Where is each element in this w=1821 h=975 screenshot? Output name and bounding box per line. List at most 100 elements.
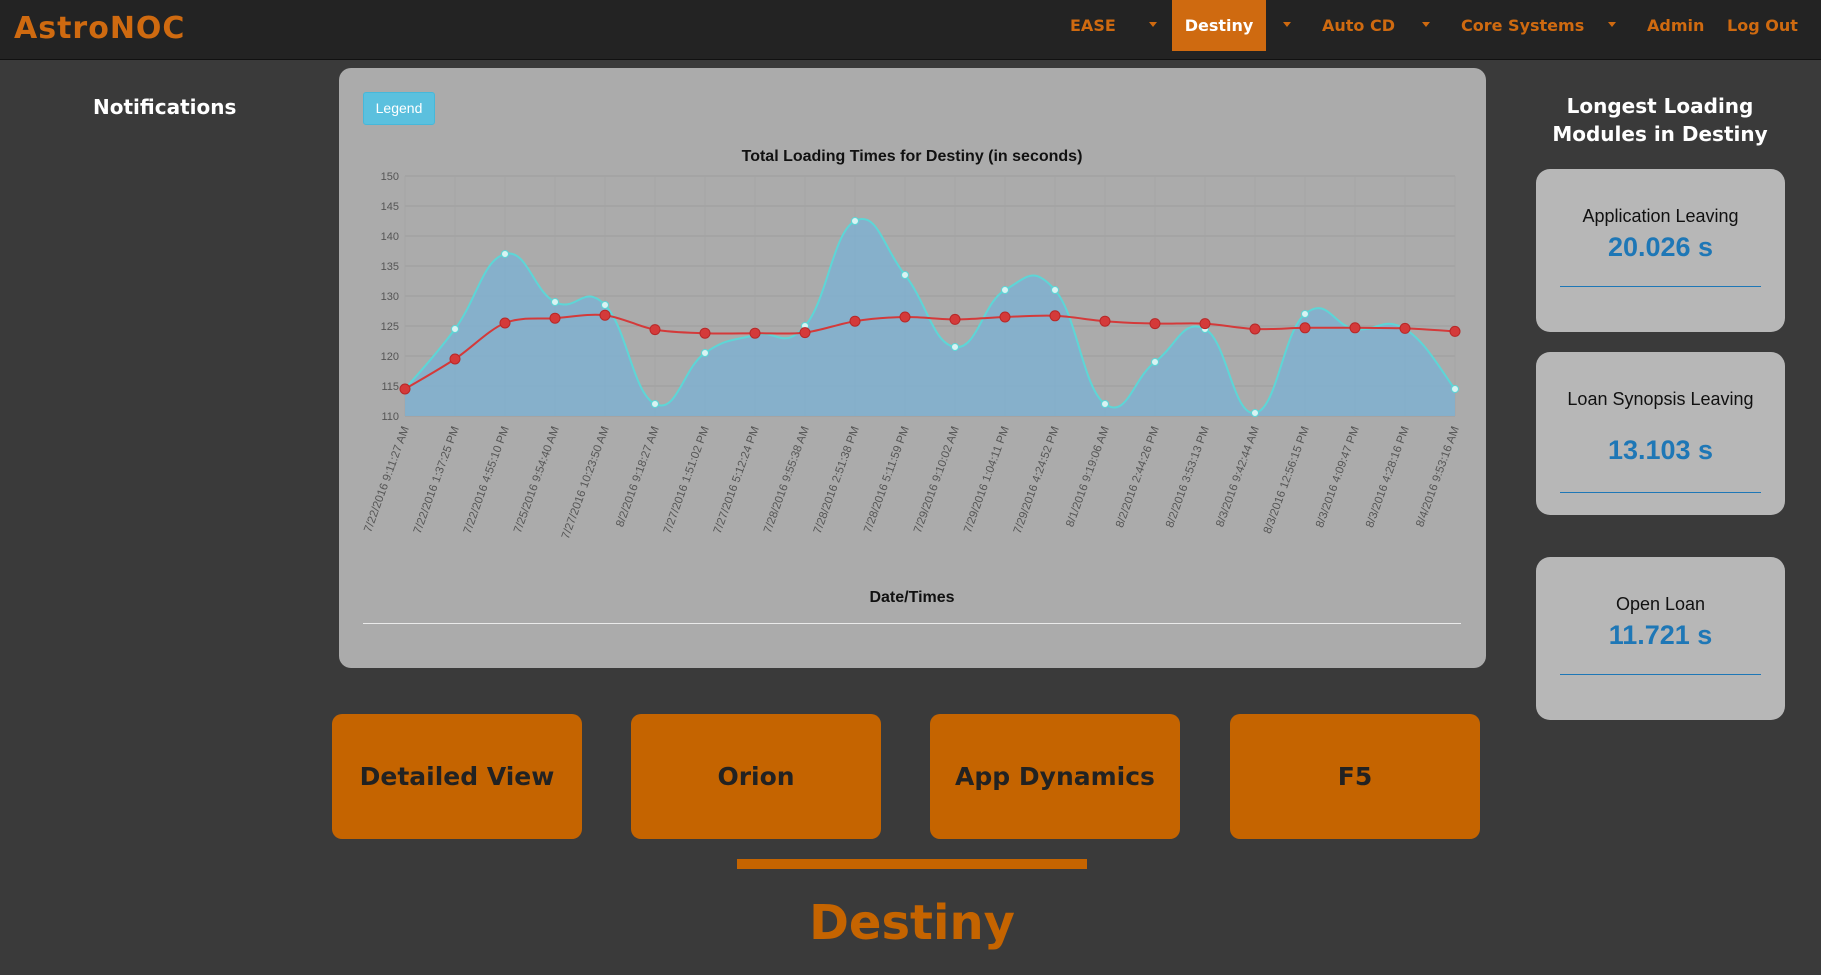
x-tick-label: 8/3/2016 12:56:15 PM bbox=[1262, 425, 1312, 535]
x-tick-label: 7/27/2016 5:12:24 PM bbox=[712, 425, 762, 535]
top-navbar: AstroNOC EASE Destiny Auto CD Core Syste… bbox=[0, 0, 1821, 60]
data-point[interactable] bbox=[1301, 310, 1309, 318]
data-point[interactable] bbox=[499, 317, 511, 329]
chevron-down-icon[interactable] bbox=[1149, 22, 1157, 27]
x-tick-label: 7/29/2016 4:24:52 PM bbox=[1012, 425, 1062, 535]
data-point[interactable] bbox=[1251, 409, 1259, 417]
x-tick-label: 7/22/2016 4:55:10 PM bbox=[462, 425, 512, 535]
detailed-view-button[interactable]: Detailed View bbox=[332, 714, 582, 839]
module-card[interactable]: Application Leaving 20.026 s bbox=[1536, 169, 1785, 332]
data-point[interactable] bbox=[1299, 322, 1311, 334]
module-name: Application Leaving bbox=[1582, 206, 1739, 226]
data-point[interactable] bbox=[1049, 310, 1061, 322]
chevron-down-icon[interactable] bbox=[1283, 22, 1291, 27]
y-tick-label: 110 bbox=[381, 411, 399, 423]
x-tick-label: 7/29/2016 9:10:02 AM bbox=[912, 425, 962, 535]
y-tick-label: 140 bbox=[381, 231, 399, 243]
divider bbox=[363, 623, 1461, 624]
data-point[interactable] bbox=[1099, 315, 1111, 327]
module-card[interactable]: Open Loan 11.721 s bbox=[1536, 557, 1785, 720]
x-tick-label: 8/2/2016 3:53:13 PM bbox=[1164, 425, 1212, 529]
data-point[interactable] bbox=[1101, 400, 1109, 408]
divider bbox=[1560, 674, 1761, 675]
data-point[interactable] bbox=[749, 327, 761, 339]
x-tick-label: 8/2/2016 9:18:27 AM bbox=[614, 425, 662, 529]
data-point[interactable] bbox=[1449, 325, 1461, 337]
data-point[interactable] bbox=[701, 349, 709, 357]
data-point[interactable] bbox=[901, 271, 909, 279]
module-card[interactable]: Loan Synopsis Leaving 13.103 s bbox=[1536, 352, 1785, 515]
y-tick-label: 135 bbox=[381, 261, 399, 273]
x-tick-label: 8/2/2016 2:44:26 PM bbox=[1114, 425, 1162, 529]
data-point[interactable] bbox=[1451, 385, 1459, 393]
data-point[interactable] bbox=[1051, 286, 1059, 294]
notifications-heading: Notifications bbox=[93, 95, 237, 119]
nav-auto-cd[interactable]: Auto CD bbox=[1308, 0, 1409, 51]
data-point[interactable] bbox=[549, 312, 561, 324]
divider bbox=[1560, 286, 1761, 287]
data-point[interactable] bbox=[649, 324, 661, 336]
data-point[interactable] bbox=[601, 301, 609, 309]
data-point[interactable] bbox=[1001, 286, 1009, 294]
module-time: 20.026 s bbox=[1607, 232, 1714, 262]
data-point[interactable] bbox=[651, 400, 659, 408]
data-point[interactable] bbox=[699, 327, 711, 339]
data-point[interactable] bbox=[1151, 358, 1159, 366]
loading-times-chart: 110 115 120 125 130 135 140 145 150 7/22/2016 9:… bbox=[362, 148, 1462, 606]
chart-panel: Legend 110 115 120 125 130 135 140 145 150 7/22/… bbox=[339, 68, 1486, 668]
data-point[interactable] bbox=[899, 311, 911, 323]
section-divider bbox=[737, 859, 1087, 869]
f5-button[interactable]: F5 bbox=[1230, 714, 1480, 839]
x-tick-label: 7/25/2016 9:54:40 AM bbox=[512, 425, 562, 535]
module-name: Open Loan bbox=[1615, 594, 1706, 614]
longest-modules-heading: Longest Loading Modules in Destiny bbox=[1552, 94, 1768, 146]
y-tick-label: 145 bbox=[381, 201, 399, 213]
data-point[interactable] bbox=[949, 313, 961, 325]
nav-admin[interactable]: Admin bbox=[1633, 0, 1718, 51]
y-tick-label: 120 bbox=[381, 351, 399, 363]
nav-core-systems[interactable]: Core Systems bbox=[1447, 0, 1598, 51]
data-point[interactable] bbox=[851, 217, 859, 225]
y-tick-label: 130 bbox=[381, 291, 399, 303]
data-point[interactable] bbox=[1199, 318, 1211, 330]
data-point[interactable] bbox=[599, 309, 611, 321]
data-point[interactable] bbox=[449, 353, 461, 365]
x-tick-label: 7/22/2016 9:11:27 AM bbox=[362, 425, 411, 534]
chevron-down-icon[interactable] bbox=[1422, 22, 1430, 27]
x-tick-label: 7/28/2016 2:51:38 PM bbox=[812, 425, 862, 535]
x-tick-label: 7/22/2016 1:37:25 PM bbox=[412, 425, 462, 535]
orion-button[interactable]: Orion bbox=[631, 714, 881, 839]
data-point[interactable] bbox=[799, 327, 811, 339]
data-point[interactable] bbox=[999, 311, 1011, 323]
x-tick-label: 8/3/2016 9:42:44 AM bbox=[1214, 425, 1262, 529]
y-tick-label: 150 bbox=[381, 171, 399, 183]
data-point[interactable] bbox=[1399, 322, 1411, 334]
data-point[interactable] bbox=[951, 343, 959, 351]
astronoc-logo[interactable]: AstroNOC bbox=[14, 11, 185, 46]
data-point[interactable] bbox=[1349, 322, 1361, 334]
x-axis-label: Date/Times bbox=[869, 589, 954, 606]
module-time: 11.721 s bbox=[1608, 620, 1713, 650]
app-dynamics-button[interactable]: App Dynamics bbox=[930, 714, 1180, 839]
divider bbox=[1560, 492, 1761, 493]
x-tick-label: 7/28/2016 9:55:38 AM bbox=[762, 425, 812, 535]
x-tick-label: 8/4/2016 9:53:16 AM bbox=[1414, 425, 1462, 529]
nav-ease[interactable]: EASE bbox=[1056, 0, 1130, 51]
data-point[interactable] bbox=[849, 315, 861, 327]
x-tick-label: 7/27/2016 10:23:50 AM bbox=[560, 425, 612, 541]
x-tick-label: 8/3/2016 4:28:16 PM bbox=[1364, 425, 1412, 529]
data-point[interactable] bbox=[1149, 318, 1161, 330]
x-tick-label: 7/28/2016 5:11:59 PM bbox=[862, 425, 912, 535]
chevron-down-icon[interactable] bbox=[1608, 22, 1616, 27]
data-point[interactable] bbox=[451, 325, 459, 333]
data-point[interactable] bbox=[501, 250, 509, 258]
data-point[interactable] bbox=[551, 298, 559, 306]
y-tick-label: 125 bbox=[381, 321, 399, 333]
x-tick-label: 8/1/2016 9:19:06 AM bbox=[1064, 425, 1112, 529]
x-tick-label: 7/27/2016 1:51:02 PM bbox=[662, 425, 712, 535]
nav-log-out[interactable]: Log Out bbox=[1713, 0, 1812, 51]
x-tick-label: 8/3/2016 4:09:47 PM bbox=[1314, 425, 1362, 529]
nav-destiny[interactable]: Destiny bbox=[1172, 0, 1266, 51]
data-point[interactable] bbox=[1249, 323, 1261, 335]
data-point[interactable] bbox=[399, 383, 411, 395]
